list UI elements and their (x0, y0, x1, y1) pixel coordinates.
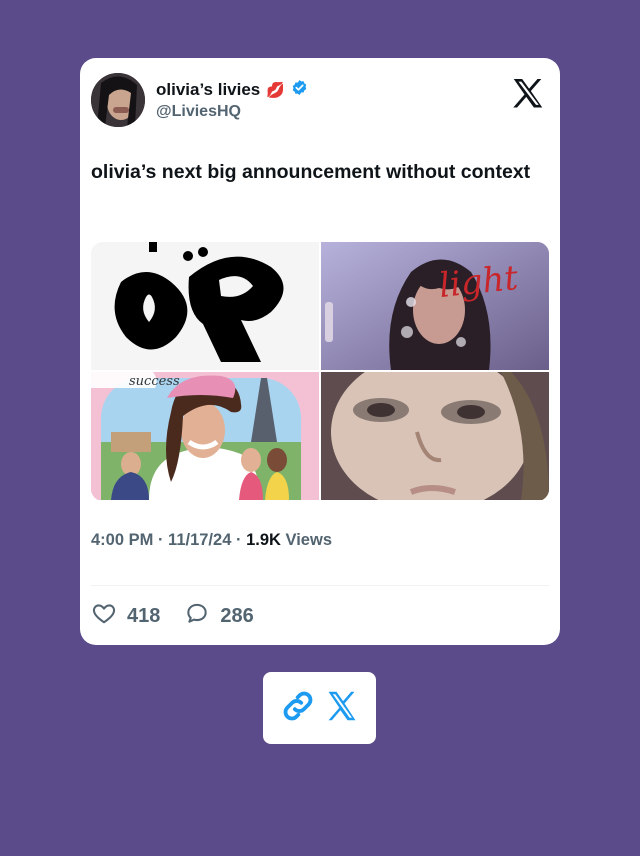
media-image-closeup[interactable] (321, 372, 549, 500)
display-name[interactable]: olivia’s livies (156, 80, 260, 100)
reply-button[interactable]: 286 (184, 600, 254, 632)
share-box (263, 672, 376, 744)
media-image-light[interactable]: light (321, 242, 549, 370)
action-bar: 418 286 (91, 600, 268, 632)
reply-count: 286 (220, 604, 254, 627)
views-label: Views (285, 531, 332, 549)
poster-text: success (129, 374, 180, 389)
views-count: 1.9K (246, 531, 281, 549)
x-logo-icon[interactable] (509, 75, 547, 113)
comment-icon (184, 600, 210, 632)
x-share-icon[interactable] (323, 687, 361, 730)
handle[interactable]: @LiviesHQ (156, 103, 241, 121)
like-button[interactable]: 418 (91, 600, 160, 632)
verified-badge-icon (291, 79, 308, 101)
tweet-meta: 4:00 PM · 11/17/24 · 1.9K Views (91, 531, 332, 550)
like-count: 418 (127, 604, 161, 627)
media-image-logo[interactable] (91, 242, 319, 370)
heart-icon (91, 600, 117, 632)
divider (91, 585, 549, 586)
link-icon[interactable] (279, 687, 317, 730)
media-grid: light success (91, 242, 549, 501)
tweet-time[interactable]: 4:00 PM (91, 531, 153, 549)
meta-separator: · (157, 531, 164, 549)
lips-emoji: 💋 (266, 82, 285, 99)
media-image-poster[interactable]: success (91, 372, 319, 500)
meta-separator: · (235, 531, 242, 549)
author-name-row: olivia’s livies 💋 (156, 79, 308, 101)
image-handwritten-text: light (437, 257, 520, 307)
tweet-text: olivia’s next big announcement without c… (91, 161, 531, 183)
tweet-date[interactable]: 11/17/24 (168, 531, 231, 549)
tweet-card: olivia’s livies 💋 @LiviesHQ olivia’s nex… (80, 58, 560, 645)
avatar[interactable] (91, 73, 145, 127)
